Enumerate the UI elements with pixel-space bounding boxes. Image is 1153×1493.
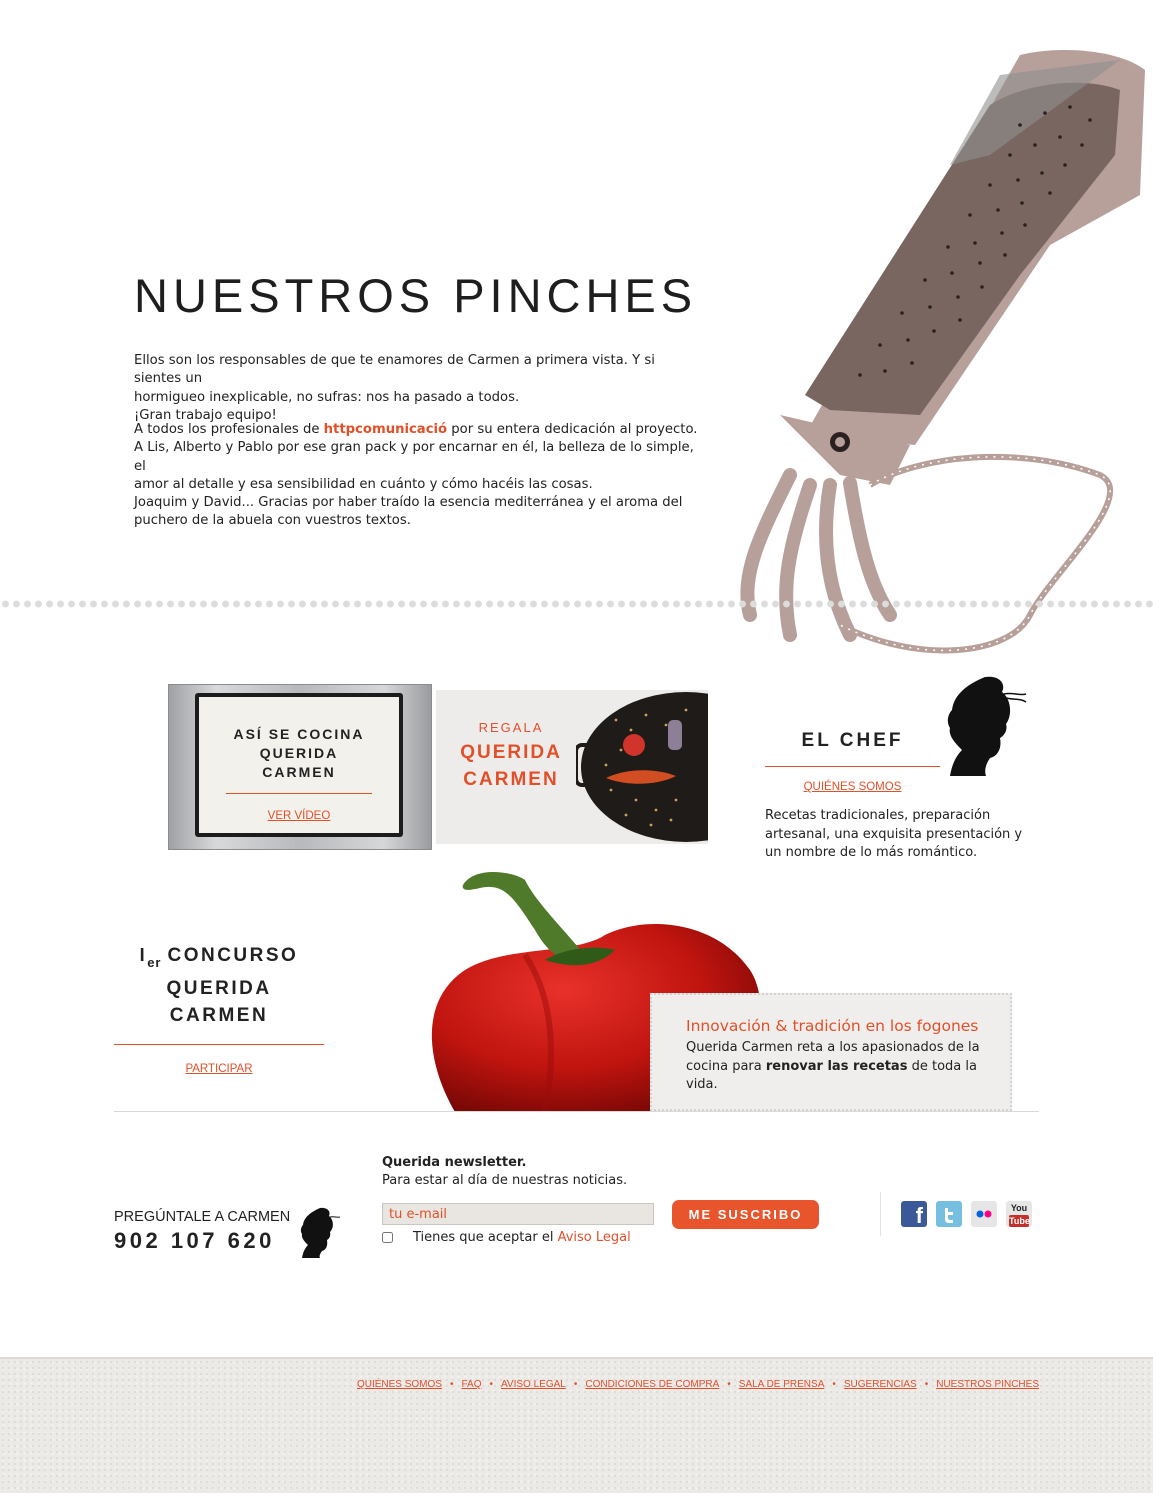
card-line: vida. (686, 1077, 718, 1092)
contest-title-line: QUERIDA (166, 978, 272, 999)
thanks-line: puchero de la abuela con vuestros textos… (134, 513, 411, 529)
card-line-text: de toda la (907, 1058, 977, 1074)
video-title-line: ASÍ SE COCINA (233, 726, 365, 742)
thanks-line: Joaquim y David... Gracias por haber tra… (134, 495, 683, 511)
twitter-bird-icon (945, 1208, 953, 1223)
contest-title-line: Ier CONCURSO (114, 945, 324, 970)
footer-separator: • (489, 1379, 493, 1390)
chef-description-line: un nombre de lo más romántico. (765, 845, 978, 860)
chef-description: Recetas tradicionales, preparación artes… (765, 807, 1035, 863)
footer-link-conditions[interactable]: CONDICIONES DE COMPRA (585, 1379, 719, 1390)
intro-paragraph: Ellos son los responsables de que te ena… (134, 352, 704, 425)
subscribe-button[interactable]: ME SUSCRIBO (672, 1200, 819, 1229)
thanks-line: A todos los profesionales de httpcomunic… (134, 421, 704, 439)
divider (114, 1044, 324, 1045)
watch-video-link[interactable]: VER VÍDEO (268, 810, 331, 822)
gift-title-line: QUERIDA (460, 742, 562, 763)
accept-legal-text: Tienes que aceptar el Aviso Legal (413, 1230, 631, 1245)
ask-carmen-label: PREGÚNTALE A CARMEN (114, 1209, 291, 1225)
newsletter-subtitle: Para estar al día de nuestras noticias. (382, 1173, 628, 1188)
chef-link-wrap: QUIÉNES SOMOS (765, 775, 940, 794)
card-body: Querida Carmen reta a los apasionados de… (686, 1039, 986, 1095)
squid-illustration (740, 50, 1145, 654)
flickr-icon[interactable] (971, 1201, 997, 1227)
video-promo[interactable]: ASÍ SE COCINA QUERIDA CARMEN VER VÍDEO (168, 684, 432, 850)
footer-separator: • (924, 1379, 929, 1390)
gift-title-line: CARMEN (463, 769, 559, 790)
footer-separator: • (727, 1379, 731, 1390)
intro-line: Ellos son los responsables de que te ena… (134, 353, 655, 387)
youtube-word-you: You (1010, 1203, 1028, 1213)
footer: QUIÉNES SOMOS • FAQ • AVISO LEGAL • CONDICIONE… (0, 1357, 1153, 1493)
footer-link-legal[interactable]: AVISO LEGAL (501, 1379, 566, 1390)
contest-word: CONCURSO (167, 945, 299, 966)
footer-separator: • (832, 1379, 836, 1390)
card-line: cocina para renovar las recetas de toda … (686, 1058, 986, 1077)
carmen-silhouette-icon (300, 1207, 340, 1258)
agency-link[interactable]: httpcomunicació (324, 422, 447, 437)
card-line-bold: renovar las recetas (765, 1058, 908, 1074)
footer-separator: • (573, 1379, 578, 1390)
divider (880, 1192, 881, 1236)
newsletter-title: Querida newsletter. (382, 1155, 527, 1170)
participate-link[interactable]: PARTICIPAR (185, 1063, 252, 1075)
contest-title-name: QUERIDA CARMEN (114, 975, 324, 1029)
page-title: NUESTROS PINCHES (134, 269, 698, 322)
facebook-icon[interactable]: f (901, 1201, 927, 1228)
footer-link-pinches[interactable]: NUESTROS PINCHES (936, 1379, 1039, 1390)
section-divider (0, 598, 1153, 610)
chef-silhouette-icon (947, 676, 1027, 776)
accept-legal-label: Tienes que aceptar el (413, 1230, 558, 1245)
about-us-link[interactable]: QUIÉNES SOMOS (804, 781, 902, 793)
contest-ordinal: Ier (140, 945, 162, 970)
footer-separator: • (449, 1379, 454, 1390)
contest-link-wrap: PARTICIPAR (114, 1057, 324, 1076)
video-title: ASÍ SE COCINA QUERIDA CARMEN (199, 725, 399, 782)
facebook-glyph: f (915, 1203, 923, 1228)
gift-promo[interactable]: REGALA QUERIDA CARMEN (436, 690, 708, 844)
intro-line: hormigueo inexplicable, no sufras: nos h… (134, 389, 520, 405)
contest-title-line: CARMEN (169, 1005, 269, 1026)
paella-illustration (576, 692, 708, 842)
thanks-line: A Lis, Alberto y Pablo por ese gran pack… (134, 440, 694, 474)
thanks-paragraph: A todos los profesionales de httpcomunic… (134, 421, 704, 531)
footer-nav: QUIÉNES SOMOS • FAQ • AVISO LEGAL • CONDICIONE… (357, 1379, 1039, 1390)
tv-screen: ASÍ SE COCINA QUERIDA CARMEN VER VÍDEO (195, 693, 403, 837)
accept-legal-checkbox[interactable] (382, 1232, 393, 1243)
divider (765, 766, 940, 767)
flickr-dots-icon (976, 1210, 992, 1218)
chef-description-line: artesanal, una exquisita presentación y (765, 826, 1023, 842)
footer-link-about[interactable]: QUIÉNES SOMOS (357, 1379, 442, 1390)
youtube-icon[interactable]: You Tube (1006, 1201, 1032, 1227)
chef-description-line: Recetas tradicionales, preparación (765, 808, 991, 823)
twitter-icon[interactable] (936, 1201, 962, 1227)
card-line: Querida Carmen reta a los apasionados de… (686, 1040, 980, 1055)
gift-text: REGALA QUERIDA CARMEN (444, 720, 578, 793)
contest-info-card: Innovación & tradición en los fogones Qu… (650, 993, 1012, 1111)
email-field[interactable] (382, 1203, 654, 1225)
contest-heading: Ier CONCURSO QUERIDA CARMEN (114, 945, 324, 1029)
divider (114, 1111, 1039, 1112)
video-title-line: CARMEN (262, 764, 336, 780)
card-line-text: cocina para (686, 1058, 766, 1074)
footer-link-suggestions[interactable]: SUGERENCIAS (844, 1379, 917, 1390)
youtube-word-tube: Tube (1009, 1215, 1030, 1227)
legal-notice-link[interactable]: Aviso Legal (558, 1230, 631, 1245)
thanks-line: amor al detalle y esa sensibilidad en cu… (134, 476, 593, 492)
contest-ordinal-suffix: er (147, 955, 162, 970)
footer-link-press[interactable]: SALA DE PRENSA (739, 1379, 825, 1390)
gift-title: QUERIDA CARMEN (444, 739, 578, 793)
gift-label: REGALA (478, 720, 544, 735)
thanks-suffix: por su entera dedicación al proyecto. (447, 422, 698, 437)
chef-title: EL CHEF (801, 730, 904, 751)
footer-link-faq[interactable]: FAQ (461, 1379, 481, 1390)
thanks-prefix: A todos los profesionales de (134, 422, 324, 437)
divider (226, 793, 372, 794)
card-title: Innovación & tradición en los fogones (686, 1017, 979, 1035)
phone-number[interactable]: 902 107 620 (114, 1228, 275, 1254)
video-title-line: QUERIDA (259, 745, 339, 761)
